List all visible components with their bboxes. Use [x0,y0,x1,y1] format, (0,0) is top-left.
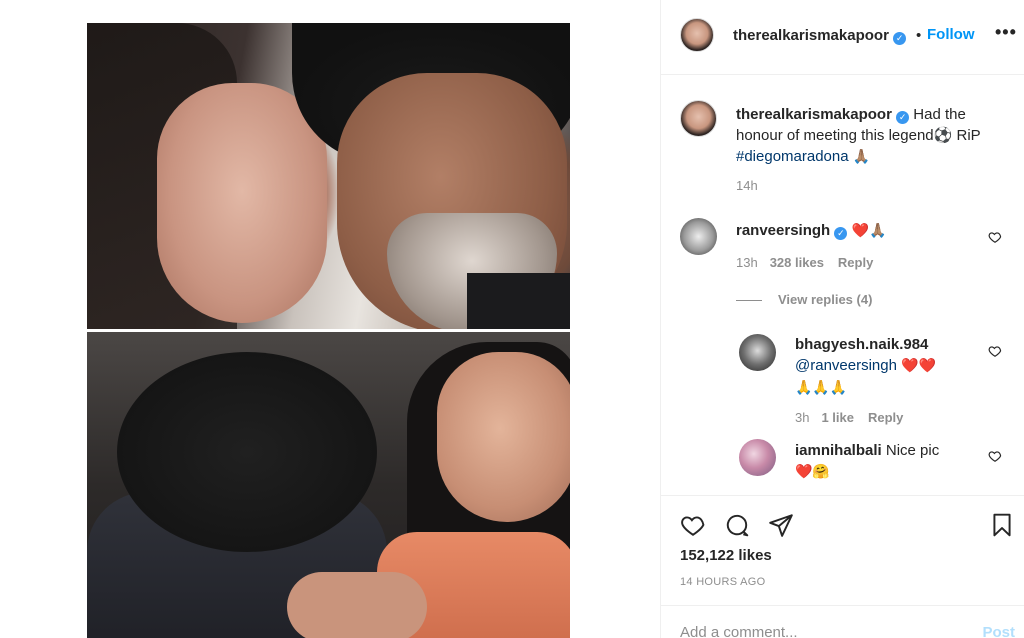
photo-shape [467,273,570,329]
comment-text: ❤️🤗 [795,464,830,480]
view-replies-label[interactable]: View replies (4) [778,292,872,307]
comment-text: ❤️🙏🏽 [851,223,887,239]
author-username[interactable]: therealkarismakapoor ✓ [733,27,907,45]
photo-shape [157,83,327,323]
verified-icon: ✓ [834,227,848,240]
verified-icon: ✓ [893,32,907,45]
post-comment-button[interactable]: Post [982,624,1015,638]
comment-username[interactable]: iamnihalbali [795,442,882,459]
photo-shape [287,572,427,638]
heart-icon[interactable] [680,512,706,538]
heart-icon[interactable] [988,230,1002,244]
comment-body: bhagyesh.naik.984 @ranveersingh ❤️❤️ 🙏🙏🙏 [795,334,985,399]
comment-text: 🙏🙏🙏 [795,380,848,396]
comment-text: ❤️❤️ [896,358,937,374]
separator-dot: • [916,27,922,44]
comment-composer: Add a comment... Post [661,605,1024,638]
reply-button[interactable]: Reply [838,255,873,270]
caption-emoji: 🙏🏽 [852,149,871,165]
post-photo-top[interactable] [87,23,570,329]
caption-avatar[interactable] [680,100,717,137]
comment-avatar[interactable] [680,218,717,255]
heart-icon[interactable] [988,344,1002,358]
comment-meta: 3h 1 like Reply [795,410,903,425]
follow-button[interactable]: Follow [927,26,975,43]
comment-text: Nice pic [885,442,940,459]
post-actions: 152,122 likes 14 HOURS AGO [661,495,1024,605]
post-sidebar: therealkarismakapoor ✓ • Follow ••• ther… [660,0,1024,638]
comments-list[interactable]: therealkarismakapoor ✓ Had the honour of… [661,76,1024,494]
post-caption: therealkarismakapoor ✓ Had the honour of… [736,104,986,168]
post-media [0,0,660,638]
replies-divider [736,300,762,302]
photo-shape [437,352,570,522]
bookmark-icon[interactable] [989,512,1015,538]
comment-body: ranveersingh ✓ ❤️🙏🏽 [736,220,886,242]
comment-time[interactable]: 3h [795,410,809,425]
comment-likes[interactable]: 1 like [821,410,854,425]
comment-time[interactable]: 13h [736,255,758,270]
comment-icon[interactable] [724,512,750,538]
comment-mention[interactable]: @ranveersingh [795,357,897,374]
post-header: therealkarismakapoor ✓ • Follow ••• [661,0,1024,75]
comment-input[interactable]: Add a comment... [680,624,798,638]
author-avatar[interactable] [680,18,714,52]
comment-body: iamnihalbali Nice pic ❤️🤗 [795,440,985,483]
comment-username[interactable]: ranveersingh [736,222,830,239]
comment-avatar[interactable] [739,334,776,371]
author-username-text[interactable]: therealkarismakapoor [733,27,889,44]
more-icon[interactable]: ••• [995,22,1017,43]
heart-icon[interactable] [988,449,1002,463]
caption-hashtag[interactable]: #diegomaradona [736,148,849,165]
comment-likes[interactable]: 328 likes [770,255,824,270]
comment-avatar[interactable] [739,439,776,476]
comment-meta: 13h 328 likes Reply [736,255,873,270]
post-photo-bottom[interactable] [87,332,570,638]
verified-icon: ✓ [896,111,910,124]
caption-time[interactable]: 14h [736,178,758,193]
share-icon[interactable] [768,512,794,538]
post-timestamp[interactable]: 14 HOURS AGO [680,576,766,588]
view-replies-button[interactable]: View replies (4) [736,292,872,307]
likes-count[interactable]: 152,122 likes [680,547,772,564]
reply-button[interactable]: Reply [868,410,903,425]
comment-username[interactable]: bhagyesh.naik.984 [795,336,928,353]
photo-shape [117,352,377,552]
caption-username[interactable]: therealkarismakapoor [736,106,892,123]
